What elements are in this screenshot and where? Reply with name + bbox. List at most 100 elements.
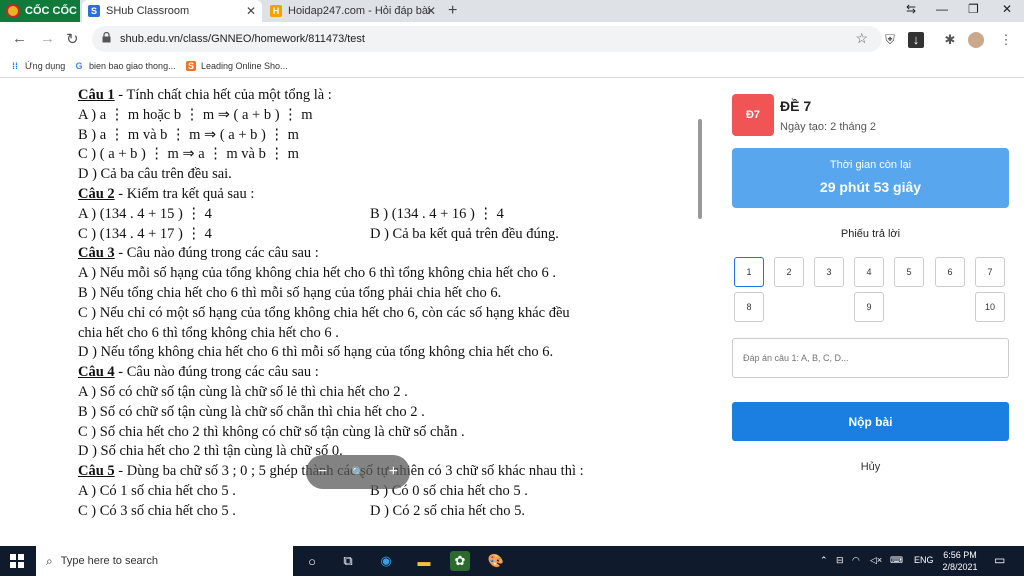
- bookmark-biendao[interactable]: G bien bao giao thong...: [74, 61, 175, 71]
- avatar[interactable]: [968, 32, 984, 48]
- line-text: C ) ( a + b ) ⋮ m ⇒ a ⋮ m và b ⋮ m: [78, 146, 299, 163]
- line-text: B ) Số có chữ số tận cùng là chữ số chẵn…: [78, 403, 425, 420]
- windows-taskbar: ⌕ Type here to search ○ ⧉ ◉ ▬ ✿ 🎨 ⌃ ⊟ ◠ …: [0, 546, 1024, 576]
- zoom-in-button[interactable]: +: [389, 463, 398, 481]
- download-icon[interactable]: ↓: [908, 32, 924, 48]
- answer-option: C ) Có 3 số chia hết cho 5 .: [78, 503, 236, 520]
- answer-option: A ) Nếu mỗi số hạng của tổng không chia …: [78, 265, 556, 282]
- cortana-icon[interactable]: ○: [302, 551, 322, 571]
- question-number: Câu 4: [78, 364, 115, 381]
- clock-date: 2/8/2021: [942, 562, 978, 572]
- line-text: A ) Có 1 số chia hết cho 5 .: [78, 483, 236, 499]
- forward-icon[interactable]: →: [40, 30, 55, 47]
- network-icon[interactable]: ⊟: [836, 555, 844, 566]
- answer-option: A ) Có 1 số chia hết cho 5 .: [78, 483, 236, 500]
- language-indicator[interactable]: ENG: [914, 555, 934, 565]
- question-button-4[interactable]: 4: [854, 257, 884, 287]
- shub-favicon-icon: S: [88, 5, 100, 17]
- document-scrollbar[interactable]: [698, 119, 702, 219]
- windows-start-icon[interactable]: [10, 554, 24, 568]
- answer-input[interactable]: [732, 338, 1009, 378]
- minimize-button[interactable]: —: [936, 2, 948, 16]
- answer-option: C ) (134 . 4 + 17 ) ⋮ 4: [78, 226, 212, 243]
- answer-option: D ) Cả ba câu trên đều sai.: [78, 166, 232, 183]
- shop-icon: S: [186, 61, 196, 71]
- back-icon[interactable]: ←: [12, 30, 27, 47]
- address-bar[interactable]: shub.edu.vn/class/GNNEO/homework/811473/…: [92, 26, 882, 52]
- question-button-8[interactable]: 8: [734, 292, 764, 322]
- question-button-6[interactable]: 6: [935, 257, 965, 287]
- tab-label: Hoidap247.com - Hỏi đáp bài: [288, 5, 431, 17]
- line-text: D ) Số chia hết cho 2 thì tận cùng là ch…: [78, 443, 343, 460]
- close-tab-icon[interactable]: ✕: [246, 4, 256, 18]
- task-view-icon[interactable]: ⧉: [338, 551, 358, 571]
- exam-title: ĐỀ 7: [780, 98, 812, 114]
- answer-sheet-title: Phiếu trả lời: [840, 228, 901, 240]
- page-content: Câu 1 - Tính chất chia hết của một tổng …: [0, 79, 1024, 546]
- line-text: C ) (134 . 4 + 17 ) ⋮ 4: [78, 225, 212, 242]
- zoom-reset-icon[interactable]: 🔍: [351, 466, 365, 479]
- notification-icon[interactable]: ▭: [994, 553, 1005, 567]
- apps-grid-icon: ⁞⁞: [12, 61, 18, 71]
- edge-icon[interactable]: ◉: [376, 551, 396, 571]
- exam-badge: Đ7: [732, 94, 774, 136]
- tab-bar: CỐC CỐC S SHub Classroom ✕ H Hoidap247.c…: [0, 0, 1024, 22]
- clock[interactable]: 6:56 PM 2/8/2021: [940, 549, 980, 573]
- file-explorer-icon[interactable]: ▬: [414, 551, 434, 571]
- answer-option: A ) a ⋮ m hoặc b ⋮ m ⇒ ( a + b ) ⋮ m: [78, 107, 313, 124]
- timer-label: Thời gian còn lại: [829, 159, 912, 171]
- answer-option: C ) Số chia hết cho 2 thì không có chữ s…: [78, 424, 465, 441]
- coccoc-taskbar-icon[interactable]: ✿: [450, 551, 470, 571]
- question-heading: Câu 3 - Câu nào đúng trong các câu sau :: [78, 245, 319, 262]
- question-button-2[interactable]: 2: [774, 257, 804, 287]
- question-button-3[interactable]: 3: [814, 257, 844, 287]
- answer-option: B ) (134 . 4 + 16 ) ⋮ 4: [370, 205, 504, 222]
- question-button-1[interactable]: 1: [734, 257, 764, 287]
- answer-option: C ) ( a + b ) ⋮ m ⇒ a ⋮ m và b ⋮ m: [78, 146, 299, 163]
- question-button-7[interactable]: 7: [975, 257, 1005, 287]
- lock-icon: [102, 32, 111, 43]
- question-button-10[interactable]: 10: [975, 292, 1005, 322]
- bookmark-star-icon[interactable]: ☆: [855, 30, 868, 47]
- question-button-9[interactable]: 9: [854, 292, 884, 322]
- restore-button[interactable]: ❐: [968, 2, 979, 16]
- reload-icon[interactable]: ↻: [66, 30, 79, 48]
- question-number: Câu 5: [78, 463, 115, 480]
- tray-chevron-icon[interactable]: ⌃: [820, 555, 828, 566]
- zoom-out-button[interactable]: −: [318, 463, 327, 481]
- cancel-button[interactable]: Hủy: [732, 461, 1009, 473]
- wifi-icon[interactable]: ◠: [852, 555, 860, 566]
- answer-option: B ) Số có chữ số tận cùng là chữ số chẵn…: [78, 404, 425, 421]
- line-text: chia hết cho 6 thì tổng không chia hết c…: [78, 324, 339, 341]
- volume-icon[interactable]: ◁×: [870, 555, 882, 566]
- line-text: - Câu nào đúng trong các câu sau :: [114, 364, 319, 381]
- new-tab-button[interactable]: +: [448, 2, 457, 20]
- clock-time: 6:56 PM: [943, 550, 977, 560]
- extensions-icon[interactable]: ✱: [942, 32, 958, 48]
- brand-label: CỐC CỐC: [25, 5, 77, 17]
- question-button-5[interactable]: 5: [894, 257, 924, 287]
- paint-icon[interactable]: 🎨: [486, 551, 506, 571]
- close-window-button[interactable]: ✕: [1002, 2, 1012, 16]
- keyboard-icon[interactable]: ⌨: [890, 555, 903, 566]
- line-text: A ) Nếu mỗi số hạng của tổng không chia …: [78, 265, 557, 282]
- tab-search-icon[interactable]: ⇆: [906, 2, 916, 16]
- line-text: B ) a ⋮ m và b ⋮ m ⇒ ( a + b ) ⋮ m: [78, 126, 299, 143]
- tab-label: SHub Classroom: [106, 5, 190, 17]
- tab-shub[interactable]: S SHub Classroom ✕: [82, 0, 262, 22]
- answer-option: C ) Nếu chỉ có một số hạng của tổng khôn…: [78, 305, 570, 322]
- coccoc-logo[interactable]: CỐC CỐC: [0, 0, 80, 22]
- tab-hoidap247[interactable]: H Hoidap247.com - Hỏi đáp bài ✕: [264, 0, 442, 22]
- bookmark-leading[interactable]: S Leading Online Sho...: [186, 61, 288, 71]
- submit-button[interactable]: Nộp bài: [732, 402, 1009, 441]
- menu-icon[interactable]: ⋮: [998, 32, 1014, 48]
- taskbar-search[interactable]: ⌕ Type here to search: [36, 546, 293, 576]
- shield-icon[interactable]: ⛨: [882, 32, 898, 48]
- line-text: C ) Số chia hết cho 2 thì không có chữ s…: [78, 423, 465, 440]
- bookmark-apps[interactable]: ⁞⁞ Ứng dụng: [10, 61, 65, 71]
- timer-box: Thời gian còn lại 29 phút 53 giây: [732, 148, 1009, 208]
- close-tab-icon[interactable]: ✕: [426, 4, 436, 18]
- google-icon: G: [75, 61, 83, 71]
- question-number: Câu 3: [78, 245, 115, 262]
- question-number: Câu 1: [78, 87, 115, 103]
